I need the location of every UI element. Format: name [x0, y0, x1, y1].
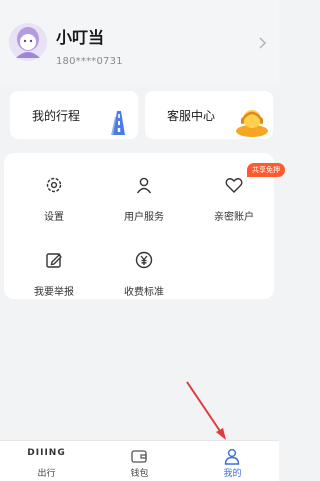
user-icon: [136, 177, 152, 194]
my-trips-label: 我的行程: [32, 109, 81, 123]
settings-label: 设置: [44, 212, 64, 223]
chevron-right-icon[interactable]: [257, 36, 267, 50]
bottom-tab-bar: DIIING 出行 钱包 我的: [0, 440, 279, 481]
my-trips-card[interactable]: 我的行程: [10, 91, 138, 139]
customer-service-label: 客服中心: [167, 109, 216, 123]
report-label: 我要举报: [34, 287, 74, 298]
tab-mine-label: 我的: [223, 469, 242, 479]
badge-shared-deposit-free: 共享免押: [247, 163, 285, 177]
customer-service-icon: [236, 110, 268, 137]
customer-service-card[interactable]: 客服中心: [145, 91, 273, 139]
brand-logo: DIIING: [27, 448, 66, 458]
avatar: [9, 23, 47, 61]
profile-phone: 180****0731: [56, 56, 123, 67]
tab-travel-label: 出行: [37, 469, 56, 479]
person-icon: [224, 448, 240, 465]
tab-mine[interactable]: 我的: [186, 441, 279, 481]
wallet-icon: [131, 450, 147, 463]
family-account-item[interactable]: 共享免押 亲密账户: [189, 153, 285, 223]
yuan-icon: [135, 251, 153, 269]
pricing-item[interactable]: 收费标准: [99, 228, 189, 298]
user-service-label: 用户服务: [124, 212, 164, 223]
settings-item[interactable]: 设置: [9, 153, 99, 223]
pricing-label: 收费标准: [124, 287, 164, 298]
tab-travel[interactable]: DIIING 出行: [0, 441, 93, 481]
report-item[interactable]: 我要举报: [9, 228, 99, 298]
edit-icon: [46, 253, 62, 268]
user-service-item[interactable]: 用户服务: [99, 153, 189, 223]
heart-icon: [225, 178, 243, 193]
tab-wallet[interactable]: 钱包: [93, 441, 186, 481]
gear-icon: [46, 177, 62, 193]
road-icon: [111, 111, 125, 135]
family-account-label: 亲密账户: [214, 212, 254, 223]
profile-name: 小叮当: [56, 28, 105, 47]
services-panel: 设置 用户服务 共享免押 亲密账户 我要举报 收费标准: [4, 153, 285, 299]
profile-header[interactable]: 小叮当 180****0731: [0, 0, 279, 84]
tab-wallet-label: 钱包: [130, 469, 149, 479]
